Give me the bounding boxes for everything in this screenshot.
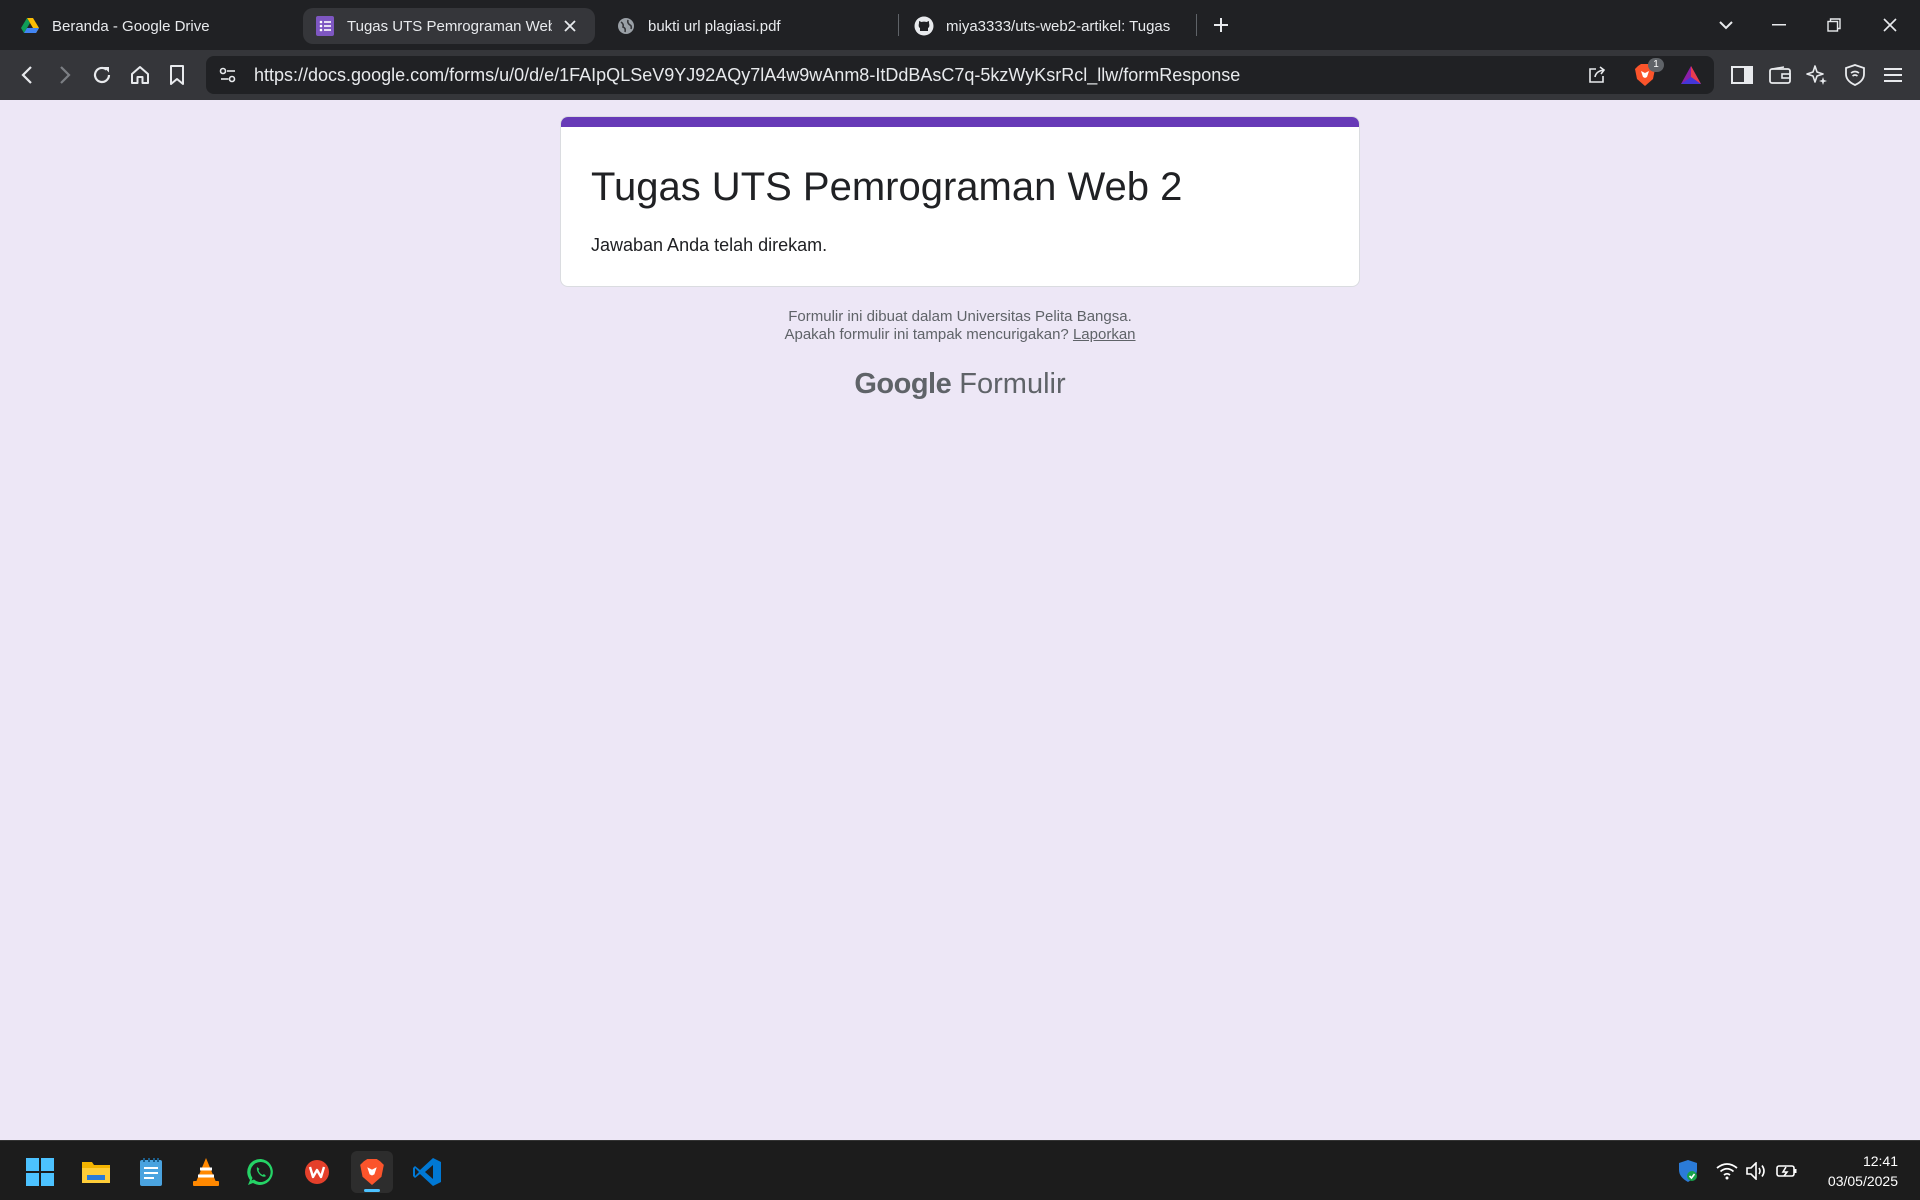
system-clock[interactable]: 12:41 03/05/2025 (1828, 1151, 1898, 1191)
back-button[interactable] (12, 60, 42, 90)
report-link[interactable]: Laporkan (1073, 326, 1136, 343)
close-window-button[interactable] (1870, 8, 1910, 42)
tab-pdf[interactable]: bukti url plagiasi.pdf (604, 8, 894, 44)
security-shield-icon[interactable] (1676, 1159, 1700, 1183)
sidebar-button[interactable] (1727, 60, 1757, 90)
response-recorded-message: Jawaban Anda telah direkam. (591, 235, 828, 255)
restore-button[interactable] (1814, 8, 1854, 42)
wps-office-icon[interactable] (296, 1151, 338, 1193)
wifi-icon[interactable] (1715, 1159, 1739, 1183)
form-accent-bar (561, 117, 1359, 127)
menu-button[interactable] (1878, 60, 1908, 90)
tab-google-forms[interactable]: Tugas UTS Pemrograman Web 2 (303, 8, 595, 44)
clock-date: 03/05/2025 (1827, 1173, 1898, 1189)
created-in-text: Formulir ini dibuat dalam Universitas Pe… (788, 308, 1132, 325)
tab-title: Beranda - Google Drive (52, 17, 210, 35)
brave-shields-icon[interactable]: 1 (1634, 58, 1664, 89)
windows-start-icon[interactable] (19, 1151, 61, 1193)
tab-separator (898, 14, 899, 36)
tab-title: miya3333/uts-web2-artikel: Tugas UTS (946, 17, 1170, 35)
volume-icon[interactable] (1745, 1159, 1769, 1183)
tab-github[interactable]: miya3333/uts-web2-artikel: Tugas UTS (902, 8, 1182, 44)
vscode-icon[interactable] (406, 1151, 448, 1193)
tab-google-drive[interactable]: Beranda - Google Drive (8, 8, 298, 44)
brand-google: Google (854, 368, 952, 400)
form-title: Tugas UTS Pemrograman Web 2 (591, 165, 1183, 209)
brave-browser-icon[interactable] (351, 1151, 393, 1193)
windows-taskbar: 12:41 03/05/2025 (0, 1140, 1920, 1200)
address-bar[interactable]: https://docs.google.com/forms/u/0/d/e/1F… (206, 56, 1714, 94)
shield-badge: 1 (1648, 58, 1664, 72)
leo-ai-button[interactable] (1802, 60, 1832, 90)
battery-charging-icon[interactable] (1775, 1159, 1799, 1183)
site-settings-icon[interactable] (218, 65, 238, 85)
google-forms-icon (315, 16, 335, 36)
wallet-button[interactable] (1765, 60, 1795, 90)
clock-time: 12:41 (1862, 1153, 1898, 1169)
minimize-button[interactable] (1759, 8, 1799, 42)
file-explorer-icon[interactable] (75, 1151, 117, 1193)
notepad-icon[interactable] (130, 1151, 172, 1193)
brave-rewards-icon[interactable] (1680, 65, 1702, 85)
brand-product: Formulir (959, 368, 1066, 400)
tab-title: Tugas UTS Pemrograman Web 2 (347, 17, 552, 35)
form-response-card: Tugas UTS Pemrograman Web 2 Jawaban Anda… (560, 116, 1360, 287)
google-forms-logo[interactable]: Google Formulir (560, 368, 1360, 401)
home-button[interactable] (125, 60, 155, 90)
bookmark-button[interactable] (162, 60, 192, 90)
vpn-button[interactable] (1840, 60, 1870, 90)
whatsapp-icon[interactable] (240, 1151, 282, 1193)
github-icon (914, 16, 934, 36)
share-icon[interactable] (1587, 65, 1607, 85)
form-origin-note: Formulir ini dibuat dalam Universitas Pe… (560, 308, 1360, 325)
browser-toolbar: https://docs.google.com/forms/u/0/d/e/1F… (0, 50, 1920, 100)
suspicious-prompt: Apakah formulir ini tampak mencurigakan? (784, 326, 1069, 343)
tab-search-button[interactable] (1708, 8, 1744, 42)
tab-title: bukti url plagiasi.pdf (648, 17, 781, 35)
globe-icon (616, 16, 636, 36)
report-abuse-line: Apakah formulir ini tampak mencurigakan?… (560, 326, 1360, 343)
active-app-indicator (364, 1189, 380, 1192)
url-text[interactable]: https://docs.google.com/forms/u/0/d/e/1F… (254, 56, 1240, 94)
new-tab-button[interactable] (1203, 8, 1239, 42)
close-tab-icon[interactable] (560, 16, 580, 36)
forward-button[interactable] (50, 60, 80, 90)
vlc-icon[interactable] (185, 1151, 227, 1193)
reload-button[interactable] (87, 60, 117, 90)
google-drive-icon (20, 16, 40, 36)
tab-separator (1196, 14, 1197, 36)
browser-tab-strip: Beranda - Google Drive Tugas UTS Pemrogr… (0, 0, 1920, 50)
